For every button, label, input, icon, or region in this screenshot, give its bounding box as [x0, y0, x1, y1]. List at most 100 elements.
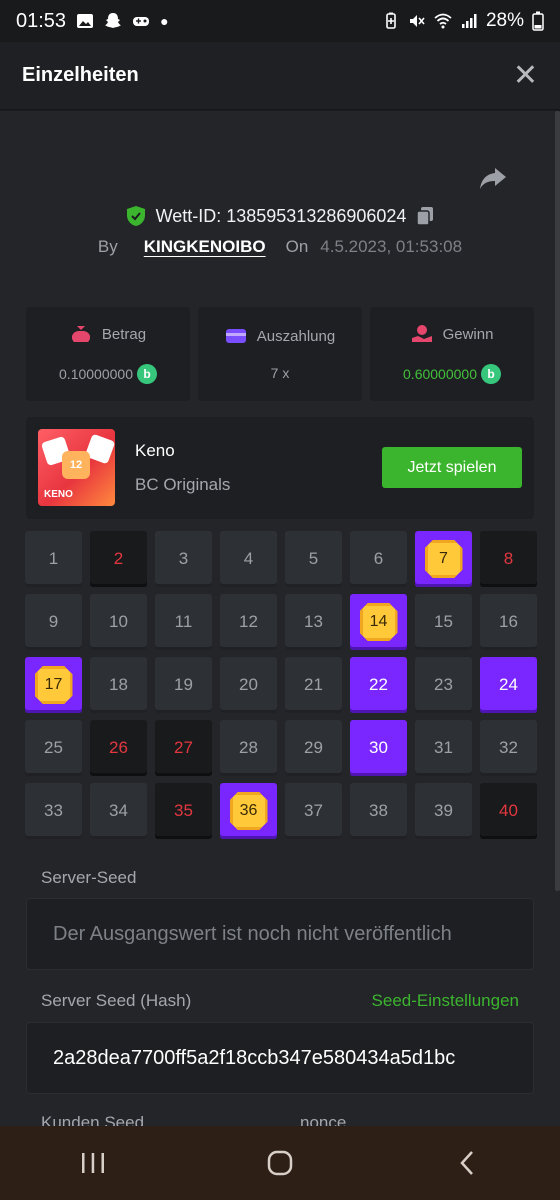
keno-cell-24: 24 — [480, 657, 537, 713]
keno-cell-number: 15 — [434, 612, 453, 631]
keno-cell-12: 12 — [220, 594, 277, 650]
keno-cell-number: 23 — [434, 675, 453, 694]
keno-cell-number: 30 — [369, 738, 388, 757]
bet-id-row: Wett-ID: 138595313286906024 — [0, 205, 560, 227]
stat-payout-value-row: 7 x — [271, 365, 290, 381]
back-icon[interactable] — [437, 1133, 497, 1193]
notification-dot-icon: ● — [160, 13, 169, 29]
keno-cell-15: 15 — [415, 594, 472, 650]
keno-cell-number: 2 — [113, 549, 124, 568]
stat-profit-value: 0.60000000 — [403, 366, 477, 382]
keno-cell-25: 25 — [25, 720, 82, 776]
keno-cell-10: 10 — [90, 594, 147, 650]
snapchat-icon — [105, 13, 122, 28]
status-right: 28% — [382, 10, 544, 32]
game-provider: BC Originals — [135, 475, 231, 494]
server-seed-field[interactable]: Der Ausgangswert ist noch nicht veröffen… — [26, 898, 534, 970]
nonce-label: nonce — [300, 1113, 347, 1126]
keno-cell-number: 5 — [308, 549, 319, 568]
gem-icon: 17 — [34, 666, 73, 704]
mute-icon — [409, 15, 425, 27]
keno-cell-number: 1 — [48, 549, 59, 568]
battery-level: 28% — [485, 10, 524, 31]
game-card: 12 KENO Keno BC Originals Jetzt spielen — [26, 417, 534, 519]
keno-cell-number: 11 — [174, 612, 193, 631]
keno-grid: 1 2 3 4 5 6 7 8 9 10 11 12 13 14 15 16 17 18 19 20 21 22 23 24 2… — [25, 531, 537, 839]
keno-cell-21: 21 — [285, 657, 342, 713]
bet-date: 4.5.2023, 01:53:08 — [320, 237, 463, 256]
stat-amount-value: 0.10000000 — [59, 366, 133, 382]
keno-cell-14: 14 — [350, 594, 407, 650]
keno-cell-22: 22 — [350, 657, 407, 713]
keno-cell-35: 35 — [155, 783, 212, 839]
keno-cell-number: 31 — [434, 738, 453, 757]
keno-thumb-label: KENO — [44, 489, 73, 500]
keno-cell-40: 40 — [480, 783, 537, 839]
keno-cell-38: 38 — [350, 783, 407, 839]
stat-profit-label: Gewinn — [442, 325, 494, 343]
keno-thumbnail[interactable]: 12 KENO — [38, 429, 115, 506]
bet-meta-row: By KINGKENOIBO On 4.5.2023, 01:53:08 — [0, 237, 560, 257]
close-icon[interactable]: ✕ — [513, 60, 538, 91]
keno-cell-1: 1 — [25, 531, 82, 587]
keno-cell-27: 27 — [155, 720, 212, 776]
keno-cell-number: 33 — [44, 801, 63, 820]
keno-cell-20: 20 — [220, 657, 277, 713]
username-link[interactable]: KINGKENOIBO — [144, 237, 266, 257]
keno-cell-26: 26 — [90, 720, 147, 776]
keno-cell-23: 23 — [415, 657, 472, 713]
keno-cell-19: 19 — [155, 657, 212, 713]
keno-cell-16: 16 — [480, 594, 537, 650]
keno-cell-number: 28 — [239, 738, 258, 757]
scrollbar[interactable] — [555, 111, 560, 891]
battery-saver-icon — [386, 12, 396, 29]
keno-cell-32: 32 — [480, 720, 537, 776]
coin-icon: b — [136, 364, 157, 384]
keno-cell-17: 17 — [25, 657, 82, 713]
bet-id: Wett-ID: 138595313286906024 — [155, 205, 407, 226]
keno-cell-number: 40 — [499, 801, 518, 820]
server-seed-value: Der Ausgangswert ist noch nicht veröffen… — [53, 922, 452, 945]
profit-icon — [411, 325, 432, 342]
keno-cell-number: 38 — [369, 801, 388, 820]
keno-cell-number: 32 — [499, 738, 518, 757]
keno-cell-5: 5 — [285, 531, 342, 587]
keno-cell-number: 12 — [239, 612, 258, 631]
keno-cell-6: 6 — [350, 531, 407, 587]
stat-payout-value: 7 x — [270, 365, 290, 381]
keno-cell-number: 18 — [109, 675, 128, 694]
recent-apps-icon[interactable] — [63, 1133, 123, 1193]
server-hash-field[interactable]: 2a28dea7700ff5a2f18ccb347e580434a5d1bc — [26, 1022, 534, 1094]
keno-cell-31: 31 — [415, 720, 472, 776]
modal-header: Einzelheiten ✕ — [0, 42, 560, 110]
android-nav-bar — [0, 1126, 560, 1200]
by-label: By — [97, 237, 118, 256]
copy-icon[interactable] — [416, 206, 434, 226]
server-seed-label: Server-Seed — [41, 868, 137, 887]
keno-cell-number: 26 — [109, 738, 128, 757]
share-icon[interactable] — [478, 163, 508, 193]
keno-cell-33: 33 — [25, 783, 82, 839]
seed-settings-link[interactable]: Seed-Einstellungen — [372, 991, 519, 1011]
keno-cell-number: 20 — [239, 675, 258, 694]
gallery-icon — [77, 14, 94, 28]
keno-cell-39: 39 — [415, 783, 472, 839]
keno-cell-8: 8 — [480, 531, 537, 587]
stat-profit-value-row: 0.60000000 b — [403, 364, 501, 384]
game-name[interactable]: Keno — [135, 441, 175, 461]
details-content[interactable]: Wett-ID: 138595313286906024 By KINGKENOI… — [0, 111, 560, 1126]
keno-cell-number: 9 — [48, 612, 59, 631]
bet-stats: Betrag 0.10000000 b Auszahlung 7 x Gewin… — [26, 307, 534, 401]
keno-cell-number: 21 — [304, 675, 323, 694]
keno-cell-34: 34 — [90, 783, 147, 839]
signal-icon — [461, 14, 477, 28]
home-icon[interactable] — [250, 1133, 310, 1193]
keno-cell-11: 11 — [155, 594, 212, 650]
keno-cell-number: 27 — [174, 738, 193, 757]
keno-cell-2: 2 — [90, 531, 147, 587]
keno-cell-number: 22 — [369, 675, 388, 694]
status-left: 01:53 ● — [16, 10, 169, 33]
keno-cell-36: 36 — [220, 783, 277, 839]
play-now-button[interactable]: Jetzt spielen — [382, 447, 522, 488]
keno-cell-number: 34 — [109, 801, 128, 820]
